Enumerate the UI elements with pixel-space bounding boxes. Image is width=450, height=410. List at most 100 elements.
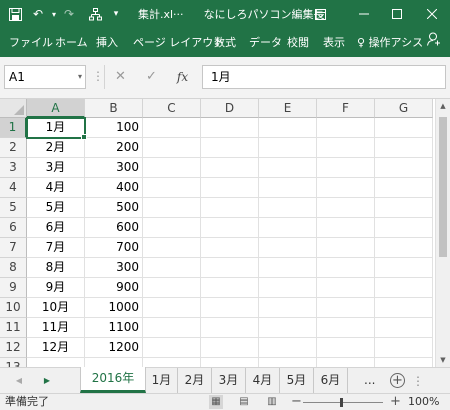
- scroll-down-icon[interactable]: ▼: [436, 353, 450, 367]
- row-header-1[interactable]: 1: [0, 118, 27, 138]
- tabs-options-icon[interactable]: ⋮: [412, 368, 424, 394]
- cell-b6[interactable]: 600: [85, 218, 143, 238]
- sheet-tab-5[interactable]: 5月: [280, 368, 314, 393]
- fill-handle[interactable]: [81, 134, 87, 140]
- user-account-icon[interactable]: [427, 28, 441, 57]
- cell-d2[interactable]: [201, 138, 259, 158]
- zoom-level[interactable]: 100%: [408, 394, 439, 410]
- cell-b2[interactable]: 200: [85, 138, 143, 158]
- cell-e8[interactable]: [259, 258, 317, 278]
- insert-function-icon[interactable]: fx: [167, 65, 198, 89]
- cell-f11[interactable]: [317, 318, 375, 338]
- column-header-g[interactable]: G: [375, 99, 433, 118]
- chevron-down-icon[interactable]: ▾: [78, 66, 82, 88]
- row-header-8[interactable]: 8: [0, 258, 27, 278]
- cell-a10[interactable]: 10月: [27, 298, 85, 318]
- tab-page-layout[interactable]: ページ レイアウト: [133, 28, 224, 57]
- page-layout-view-icon[interactable]: ▤: [237, 395, 251, 409]
- column-header-b[interactable]: B: [85, 99, 143, 118]
- cell-c3[interactable]: [143, 158, 201, 178]
- cell-g8[interactable]: [375, 258, 433, 278]
- cell-c7[interactable]: [143, 238, 201, 258]
- cell-d4[interactable]: [201, 178, 259, 198]
- cell-c4[interactable]: [143, 178, 201, 198]
- zoom-in-icon[interactable]: +: [390, 394, 401, 409]
- cell-d12[interactable]: [201, 338, 259, 358]
- cell-b7[interactable]: 700: [85, 238, 143, 258]
- cell-g5[interactable]: [375, 198, 433, 218]
- tab-view[interactable]: 表示: [323, 28, 345, 57]
- cell-b8[interactable]: 300: [85, 258, 143, 278]
- tab-home[interactable]: ホーム: [55, 28, 88, 57]
- cell-a8[interactable]: 8月: [27, 258, 85, 278]
- cell-g7[interactable]: [375, 238, 433, 258]
- cell-d11[interactable]: [201, 318, 259, 338]
- sheet-tab-6[interactable]: 6月: [314, 368, 348, 393]
- sheet-tab-4[interactable]: 4月: [246, 368, 280, 393]
- cell-b5[interactable]: 500: [85, 198, 143, 218]
- sheet-tab-3[interactable]: 3月: [212, 368, 246, 393]
- cell-f3[interactable]: [317, 158, 375, 178]
- sheet-tree-icon[interactable]: [82, 0, 108, 28]
- row-header-7[interactable]: 7: [0, 238, 27, 258]
- cell-c8[interactable]: [143, 258, 201, 278]
- undo-dropdown-icon[interactable]: ▾: [48, 0, 60, 28]
- cell-f10[interactable]: [317, 298, 375, 318]
- more-sheets-button[interactable]: ...: [364, 368, 375, 394]
- cell-g4[interactable]: [375, 178, 433, 198]
- cell-c13[interactable]: [143, 358, 201, 367]
- cancel-icon[interactable]: ✕: [105, 65, 136, 89]
- cell-g13[interactable]: [375, 358, 433, 367]
- row-header-5[interactable]: 5: [0, 198, 27, 218]
- cell-d5[interactable]: [201, 198, 259, 218]
- scroll-up-icon[interactable]: ▲: [436, 99, 450, 113]
- tab-insert[interactable]: 挿入: [96, 28, 118, 57]
- cell-f4[interactable]: [317, 178, 375, 198]
- column-header-a[interactable]: A: [27, 99, 85, 118]
- sheet-tab-0[interactable]: 2016年: [80, 367, 146, 393]
- cell-e4[interactable]: [259, 178, 317, 198]
- name-box[interactable]: A1 ▾: [4, 65, 86, 89]
- cell-d8[interactable]: [201, 258, 259, 278]
- select-all-corner[interactable]: [0, 99, 27, 118]
- column-header-e[interactable]: E: [259, 99, 317, 118]
- cell-e13[interactable]: [259, 358, 317, 367]
- cell-g2[interactable]: [375, 138, 433, 158]
- cell-f8[interactable]: [317, 258, 375, 278]
- cell-c10[interactable]: [143, 298, 201, 318]
- save-icon[interactable]: [2, 0, 28, 28]
- cell-e12[interactable]: [259, 338, 317, 358]
- cell-a12[interactable]: 12月: [27, 338, 85, 358]
- cell-g10[interactable]: [375, 298, 433, 318]
- cell-g6[interactable]: [375, 218, 433, 238]
- enter-icon[interactable]: ✓: [136, 65, 167, 89]
- row-header-9[interactable]: 9: [0, 278, 27, 298]
- cell-b9[interactable]: 900: [85, 278, 143, 298]
- cell-a11[interactable]: 11月: [27, 318, 85, 338]
- cell-g1[interactable]: [375, 118, 433, 138]
- scroll-thumb[interactable]: [439, 117, 447, 257]
- cell-g11[interactable]: [375, 318, 433, 338]
- row-header-6[interactable]: 6: [0, 218, 27, 238]
- row-header-13[interactable]: 13: [0, 358, 27, 367]
- cell-f9[interactable]: [317, 278, 375, 298]
- cell-e3[interactable]: [259, 158, 317, 178]
- cell-b4[interactable]: 400: [85, 178, 143, 198]
- vertical-scrollbar[interactable]: ▲ ▼: [435, 99, 450, 367]
- cell-c9[interactable]: [143, 278, 201, 298]
- cell-f5[interactable]: [317, 198, 375, 218]
- cell-g9[interactable]: [375, 278, 433, 298]
- zoom-slider[interactable]: [303, 402, 383, 403]
- cell-c11[interactable]: [143, 318, 201, 338]
- cell-c2[interactable]: [143, 138, 201, 158]
- formula-input[interactable]: 1月: [202, 65, 446, 89]
- cell-c12[interactable]: [143, 338, 201, 358]
- column-header-d[interactable]: D: [201, 99, 259, 118]
- cell-d10[interactable]: [201, 298, 259, 318]
- cell-b10[interactable]: 1000: [85, 298, 143, 318]
- cell-f2[interactable]: [317, 138, 375, 158]
- add-sheet-icon[interactable]: +: [390, 373, 405, 388]
- zoom-out-icon[interactable]: −: [291, 394, 302, 409]
- redo-icon[interactable]: ↷: [60, 0, 78, 28]
- cell-e1[interactable]: [259, 118, 317, 138]
